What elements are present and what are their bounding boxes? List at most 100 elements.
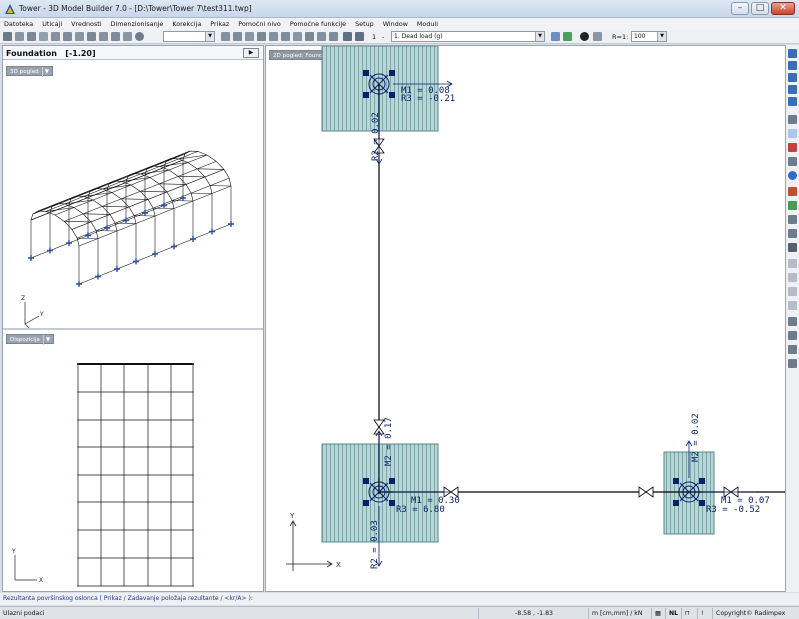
copy-icon[interactable] (281, 32, 290, 41)
beam-icon[interactable] (39, 32, 48, 41)
hall-frame (163, 158, 213, 232)
view-iso-icon[interactable] (788, 85, 797, 94)
contrast-icon[interactable] (580, 32, 589, 41)
undo-icon[interactable] (343, 32, 352, 41)
ortho-status-icon[interactable]: ⊓ (681, 608, 696, 619)
alert-status-icon[interactable]: ! (697, 608, 710, 619)
pan-hand-icon[interactable] (788, 243, 797, 252)
menu-pomocni-nivo[interactable]: Pomoćni nivo (238, 20, 281, 28)
command-prompt: Rezultanta površinskog oslonca ( Prikaz … (0, 593, 799, 605)
load-case-combo[interactable]: 1. Dead load (g) ▼ (391, 31, 545, 42)
hall-frame (87, 188, 137, 262)
eraser-icon[interactable] (788, 215, 797, 224)
measure-icon[interactable] (245, 32, 254, 41)
mirror-icon[interactable] (269, 32, 278, 41)
menu-datoteka[interactable]: Datoteka (4, 20, 33, 28)
menu-prikaz[interactable]: Prikaz (210, 20, 229, 28)
beam-end-icon[interactable] (788, 287, 797, 296)
info-icon[interactable] (788, 171, 797, 180)
close-button[interactable]: ✕ (771, 2, 795, 15)
section-icon[interactable] (788, 345, 797, 354)
arch-icon[interactable] (329, 32, 338, 41)
menu-moduli[interactable]: Moduli (417, 20, 438, 28)
label-bl-m2: M2 = 0.17 (384, 417, 394, 466)
hall-brace (178, 176, 205, 178)
move-icon[interactable] (293, 32, 302, 41)
load-view-icon[interactable] (788, 187, 797, 196)
settings-icon[interactable] (135, 32, 144, 41)
open-icon[interactable] (15, 32, 24, 41)
scale-ratio-combo[interactable]: 100 ▼ (631, 31, 667, 42)
grid-icon[interactable] (123, 32, 132, 41)
pencil-icon[interactable] (788, 229, 797, 238)
view-top-icon[interactable] (788, 73, 797, 82)
load-next-icon[interactable] (563, 32, 572, 41)
view-3d-icon[interactable] (788, 97, 797, 106)
status-nl[interactable]: NL (665, 608, 680, 619)
grid-status-icon[interactable]: ▦ (651, 608, 664, 619)
support-icon[interactable] (87, 32, 96, 41)
load-prev-icon[interactable] (551, 32, 560, 41)
menu-pomocne-funkcije[interactable]: Pomoćne funkcije (290, 20, 346, 28)
load-icon[interactable] (99, 32, 108, 41)
axis-triad-3d (24, 302, 40, 328)
column-icon[interactable] (51, 32, 60, 41)
dimension-line-icon[interactable] (788, 157, 797, 166)
menu-dimenzionisanje[interactable]: Dimenzionisanje (111, 20, 164, 28)
view3d-canvas[interactable]: ZYX (3, 62, 263, 328)
view2d-canvas[interactable]: M1 = 0.08 R3 = -0.21 R2 = 0.02 M2 = 0.17… (266, 46, 786, 592)
grid-toggle-icon[interactable] (788, 129, 797, 138)
delete-icon[interactable] (305, 32, 314, 41)
rotate-icon[interactable] (257, 32, 266, 41)
spring-icon[interactable] (788, 273, 797, 282)
view-side-icon[interactable] (788, 61, 797, 70)
maximize-button[interactable]: □ (751, 2, 769, 15)
view2d-panel[interactable]: 2D pogled: Foundation [-1.20]▼ (265, 45, 786, 592)
tree-icon[interactable] (788, 359, 797, 368)
save-icon[interactable] (27, 32, 36, 41)
release-icon[interactable] (788, 301, 797, 310)
select-icon[interactable] (788, 259, 797, 268)
wireframe-icon[interactable] (788, 331, 797, 340)
panel-arrow-button[interactable]: ▶ (243, 48, 259, 58)
plan-axis-y-label: Y (11, 548, 16, 555)
fit-icon[interactable] (593, 32, 602, 41)
dimension-icon[interactable] (111, 32, 120, 41)
plan-node (77, 363, 79, 365)
support-marker (123, 217, 129, 224)
hall-frame (106, 180, 156, 254)
menu-window[interactable]: Window (383, 20, 408, 28)
status-copyright: Copyright© Radimpex (712, 608, 799, 619)
new-model-icon[interactable] (3, 32, 12, 41)
label-top-r2: R2 = 0.02 (371, 112, 381, 161)
load-case-index: 1 (372, 33, 377, 41)
plan-node (192, 446, 194, 448)
disposition-canvas[interactable]: XY (3, 330, 263, 592)
layer-combo[interactable]: ▼ (163, 31, 215, 42)
status-units[interactable]: m [cm,mm] / kN (588, 608, 650, 619)
snap-icon[interactable] (221, 32, 230, 41)
slab-icon[interactable] (75, 32, 84, 41)
wall-icon[interactable] (63, 32, 72, 41)
plan-node (77, 474, 79, 476)
node-snap-icon[interactable] (788, 143, 797, 152)
support-marker (85, 232, 91, 239)
menu-setup[interactable]: Setup (355, 20, 374, 28)
layers-icon[interactable] (788, 317, 797, 326)
node-icon[interactable] (233, 32, 242, 41)
menu-vrednosti[interactable]: Vrednosti (71, 20, 101, 28)
menu-korekcija[interactable]: Korekcija (172, 20, 201, 28)
load-case-minus[interactable]: - (382, 33, 384, 41)
plan-grid (77, 363, 194, 587)
axis-icon[interactable] (788, 115, 797, 124)
hall-brace (102, 206, 129, 208)
menu-uticaji[interactable]: Uticaji (42, 20, 62, 28)
result-view-icon[interactable] (788, 201, 797, 210)
redo-icon[interactable] (355, 32, 364, 41)
plan-node (77, 419, 79, 421)
label-br-r3: R3 = -0.52 (706, 505, 760, 515)
minimize-button[interactable]: – (731, 2, 749, 15)
support-marker (66, 240, 72, 246)
view-front-icon[interactable] (788, 49, 797, 58)
triangle-icon[interactable] (317, 32, 326, 41)
